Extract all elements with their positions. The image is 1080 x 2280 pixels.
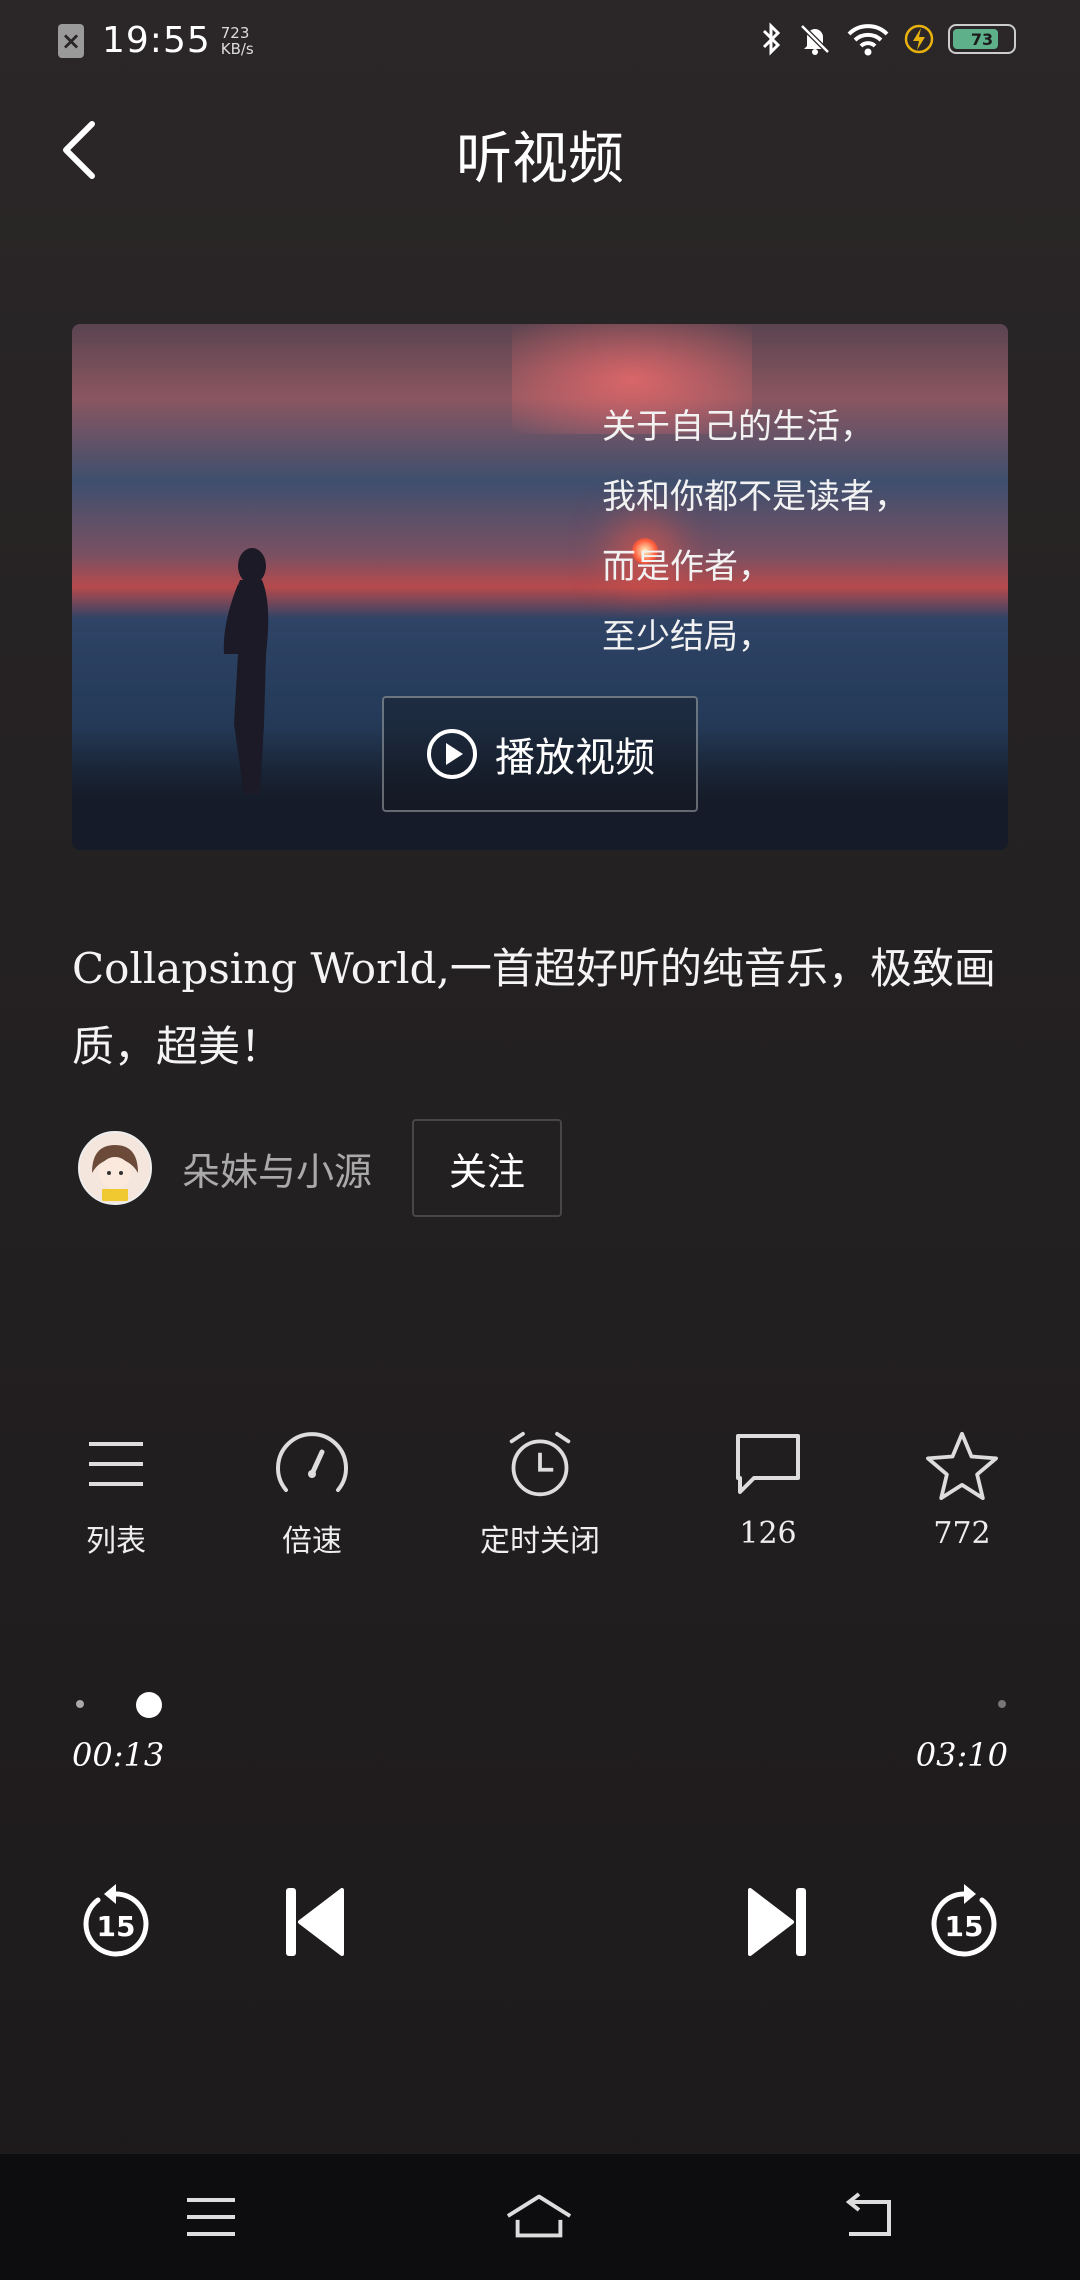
caption-line: 至少结局， (602, 617, 772, 657)
bluetooth-icon (762, 22, 781, 56)
forward-seconds: 15 (945, 1910, 984, 1943)
speed-button[interactable]: 倍速 (222, 1430, 402, 1560)
avatar-image (80, 1133, 150, 1203)
forward-15-icon: 15 (931, 1884, 997, 1957)
forward-15-button[interactable]: 15 (914, 1872, 1014, 1972)
menu-icon (187, 2198, 235, 2236)
nav-home-button[interactable] (504, 2184, 574, 2250)
network-speed: 723 KB/s (221, 25, 254, 57)
sleep-timer-button[interactable]: 定时关闭 (450, 1430, 630, 1560)
video-description: Collapsing World,一首超好听的纯音乐，极致画质，超美！ (72, 944, 996, 1071)
avatar[interactable] (78, 1131, 152, 1205)
nav-back-button[interactable] (834, 2184, 904, 2250)
alarm-clock-icon (509, 1431, 571, 1497)
progress-slider[interactable] (72, 1686, 1008, 1726)
bell-off-icon (800, 24, 830, 55)
caption-line: 关于自己的生活， (602, 407, 874, 447)
list-label: 列表 (86, 1524, 146, 1559)
star-icon (926, 1431, 998, 1500)
play-video-button[interactable]: 播放视频 (382, 696, 698, 812)
comment-icon (736, 1434, 800, 1494)
network-speed-value: 723 (220, 23, 250, 42)
action-bar: 列表 倍速 定时关闭 126 772 (0, 1430, 1080, 1570)
network-speed-unit: KB/s (220, 39, 254, 58)
next-button[interactable] (730, 1872, 830, 1972)
previous-button[interactable] (262, 1872, 362, 1972)
nav-menu-button[interactable] (176, 2184, 246, 2250)
total-duration: 03:10 (915, 1736, 1008, 1774)
author-row: 朵妹与小源 关注 (78, 1118, 563, 1218)
sleep-timer-label: 定时关闭 (480, 1524, 600, 1559)
author-name[interactable]: 朵妹与小源 (182, 1141, 372, 1196)
speedometer-icon (276, 1432, 348, 1492)
system-navigation-bar (0, 2154, 1080, 2280)
current-time: 00:13 (72, 1736, 165, 1774)
header: 听视频 (0, 100, 1080, 200)
no-sim-icon: × (58, 23, 84, 58)
caption-line: 而是作者， (602, 547, 772, 587)
comments-button[interactable]: 126 (678, 1430, 858, 1551)
follow-button[interactable]: 关注 (412, 1119, 563, 1217)
progress-thumb[interactable] (136, 1692, 162, 1718)
skip-next-icon (748, 1888, 806, 1956)
girl-silhouette (223, 548, 269, 794)
speed-label: 倍速 (282, 1524, 342, 1559)
play-video-label: 播放视频 (495, 735, 655, 781)
battery-level: 73 (970, 29, 994, 49)
play-circle-icon (427, 729, 477, 779)
favorites-count: 772 (933, 1516, 991, 1551)
rewind-15-button[interactable]: 15 (66, 1872, 166, 1972)
list-button[interactable]: 列表 (26, 1430, 206, 1560)
status-bar: × 19:55 723 KB/s 73 (0, 0, 1080, 80)
status-time: 19:55 (102, 20, 211, 61)
list-icon (89, 1442, 143, 1486)
rewind-15-icon: 15 (83, 1884, 149, 1957)
home-icon (506, 2194, 572, 2238)
battery-indicator: 73 (948, 24, 1016, 54)
playback-controls: 15 15 (0, 1872, 1080, 1972)
favorite-button[interactable]: 772 (872, 1430, 1052, 1551)
rewind-seconds: 15 (97, 1910, 136, 1943)
video-caption: 关于自己的生活， 我和你都不是读者， 而是作者， 至少结局， (602, 392, 908, 672)
charging-icon (904, 24, 934, 54)
skip-previous-icon (286, 1888, 344, 1956)
video-thumbnail[interactable]: 关于自己的生活， 我和你都不是读者， 而是作者， 至少结局， 播放视频 (72, 324, 1008, 850)
back-arrow-icon (845, 2192, 891, 2236)
wifi-icon (847, 24, 889, 56)
page-title: 听视频 (456, 127, 624, 192)
caption-line: 我和你都不是读者， (602, 477, 908, 517)
comments-count: 126 (739, 1516, 797, 1551)
